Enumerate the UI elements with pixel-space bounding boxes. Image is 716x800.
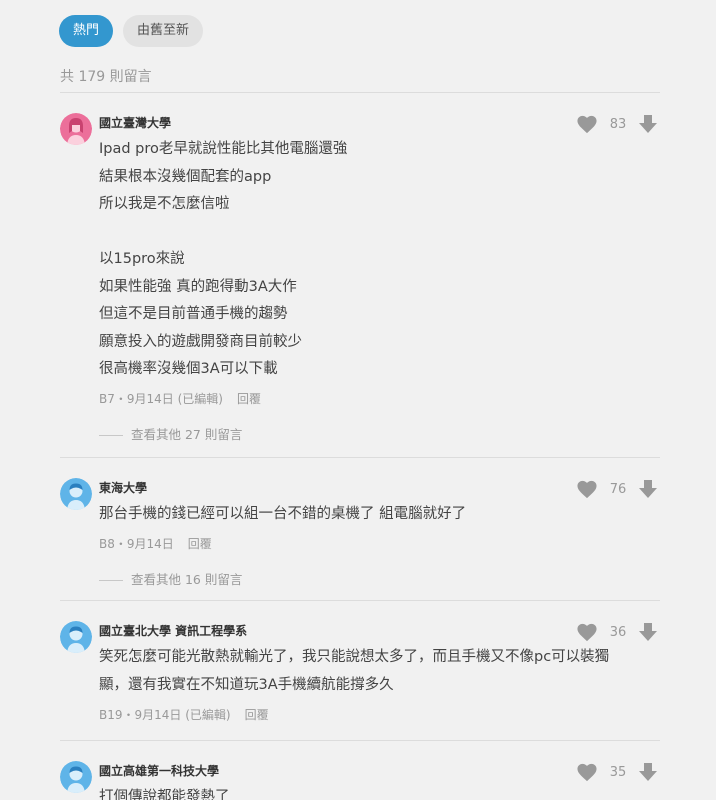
heart-icon[interactable] bbox=[576, 114, 598, 134]
floor-date: B19・9月14日 (已編輯) bbox=[99, 708, 231, 722]
heart-icon[interactable] bbox=[576, 762, 598, 782]
comment-count: 共 179 則留言 bbox=[60, 69, 152, 85]
comment-meta: B8・9月14日 回覆 bbox=[99, 535, 212, 552]
floor-date: B8・9月14日 bbox=[99, 537, 174, 551]
like-group: 76 bbox=[576, 479, 658, 499]
school-name[interactable]: 國立臺北大學 資訊工程學系 bbox=[99, 622, 247, 639]
like-group: 35 bbox=[576, 762, 658, 782]
comment-item: 東海大學 那台手機的錢已經可以組一台不錯的桌機了 組電腦就好了 B8・9月14日… bbox=[60, 478, 660, 598]
down-arrow-icon[interactable] bbox=[638, 762, 658, 782]
sort-hot-button[interactable]: 熱門 bbox=[59, 15, 114, 47]
school-name[interactable]: 東海大學 bbox=[99, 479, 147, 496]
dash-line bbox=[99, 580, 123, 581]
view-more-replies[interactable]: 查看其他 27 則留言 bbox=[99, 424, 242, 443]
school-name[interactable]: 國立臺灣大學 bbox=[99, 114, 171, 131]
divider bbox=[60, 740, 660, 741]
reply-button[interactable]: 回覆 bbox=[245, 708, 269, 722]
reply-button[interactable]: 回覆 bbox=[237, 392, 261, 406]
floor-date: B7・9月14日 (已編輯) bbox=[99, 392, 223, 406]
avatar-female[interactable] bbox=[60, 113, 92, 145]
heart-icon[interactable] bbox=[576, 622, 598, 642]
divider bbox=[60, 600, 660, 601]
like-count: 35 bbox=[609, 764, 627, 780]
sort-old-to-new-button[interactable]: 由舊至新 bbox=[123, 15, 204, 47]
view-more-replies[interactable]: 查看其他 16 則留言 bbox=[99, 569, 242, 588]
like-count: 36 bbox=[609, 624, 627, 640]
school-name[interactable]: 國立高雄第一科技大學 bbox=[99, 762, 219, 779]
avatar-male[interactable] bbox=[60, 478, 92, 510]
comment-item: 國立臺北大學 資訊工程學系 笑死怎麼可能光散熱就輸光了，我只能說想太多了，而且手… bbox=[60, 621, 660, 731]
like-count: 83 bbox=[609, 116, 627, 132]
comment-item: 國立高雄第一科技大學 打個傳說都能發熱了 35 bbox=[60, 761, 660, 800]
comment-body: 打個傳說都能發熱了 bbox=[99, 789, 230, 800]
comment-meta: B19・9月14日 (已編輯) 回覆 bbox=[99, 706, 269, 723]
divider bbox=[60, 92, 660, 93]
dash-line bbox=[99, 435, 123, 436]
down-arrow-icon[interactable] bbox=[638, 622, 658, 642]
down-arrow-icon[interactable] bbox=[638, 114, 658, 134]
avatar-male[interactable] bbox=[60, 761, 92, 793]
comment-body: 笑死怎麼可能光散熱就輸光了，我只能說想太多了，而且手機又不像pc可以裝獨 顯，還… bbox=[99, 649, 610, 693]
sort-bar: 熱門 由舊至新 bbox=[59, 15, 204, 47]
like-group: 83 bbox=[576, 114, 658, 134]
like-group: 36 bbox=[576, 622, 658, 642]
comment-item: 國立臺灣大學 Ipad pro老早就說性能比其他電腦還強 結果根本沒幾個配套的a… bbox=[60, 113, 660, 453]
like-count: 76 bbox=[609, 481, 627, 497]
down-arrow-icon[interactable] bbox=[638, 479, 658, 499]
heart-icon[interactable] bbox=[576, 479, 598, 499]
reply-button[interactable]: 回覆 bbox=[188, 537, 212, 551]
comment-meta: B7・9月14日 (已編輯) 回覆 bbox=[99, 390, 261, 407]
comment-body: 那台手機的錢已經可以組一台不錯的桌機了 組電腦就好了 bbox=[99, 506, 467, 522]
comment-body: Ipad pro老早就說性能比其他電腦還強 結果根本沒幾個配套的app 所以我是… bbox=[99, 141, 348, 377]
avatar-male[interactable] bbox=[60, 621, 92, 653]
divider bbox=[60, 457, 660, 458]
